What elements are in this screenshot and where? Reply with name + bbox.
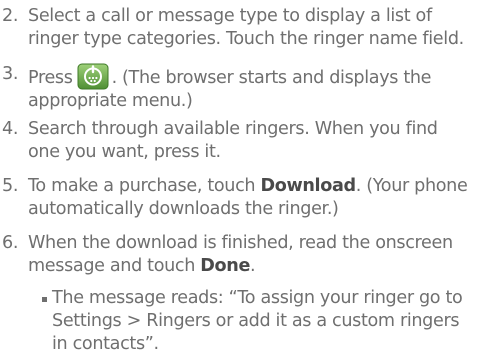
instruction-document: 2. Select a call or message type to disp… bbox=[0, 0, 493, 363]
step-text-fragment: . (The browser starts and displays the bbox=[111, 68, 432, 88]
step-line: one you want, press it. bbox=[28, 142, 221, 162]
bullet-line: in contacts”. bbox=[52, 334, 159, 354]
browser-menu-key-icon bbox=[77, 63, 109, 90]
step-number: 2. bbox=[2, 6, 19, 26]
done-keyword: Done bbox=[200, 256, 251, 276]
step-text: To make a purchase, touch Download. (You… bbox=[28, 175, 490, 221]
step-text-fragment: . (Your phone bbox=[355, 176, 468, 196]
step-line: Select a call or message type to display… bbox=[28, 6, 432, 26]
step-line: ringer type categories. Touch the ringer… bbox=[28, 29, 464, 49]
step-text: Press . (The browser starts and displays… bbox=[28, 63, 490, 113]
step-line: To make a purchase, touch Download. (You… bbox=[28, 175, 490, 198]
bullet-line: Settings > Ringers or add it as a custom… bbox=[52, 311, 460, 331]
step-line: message and touch Done. bbox=[28, 255, 490, 278]
step-line: appropriate menu.) bbox=[28, 91, 193, 111]
step-text-fragment: To make a purchase, touch bbox=[28, 176, 261, 196]
bullet-text: The message reads: “To assign your ringe… bbox=[52, 287, 492, 356]
step-line: Press . (The browser starts and displays… bbox=[28, 63, 490, 90]
step-text: When the download is finished, read the … bbox=[28, 232, 490, 278]
step-number: 5. bbox=[2, 176, 19, 196]
bullet-square-icon bbox=[42, 297, 47, 302]
step-text-fragment: Press bbox=[28, 68, 73, 88]
download-keyword: Download bbox=[260, 176, 356, 196]
step-text: Select a call or message type to display… bbox=[28, 5, 490, 51]
step-text: Search through available ringers. When y… bbox=[28, 118, 490, 164]
step-line: Search through available ringers. When y… bbox=[28, 119, 438, 139]
step-number: 4. bbox=[2, 119, 19, 139]
step-text-fragment: . bbox=[250, 256, 256, 276]
bullet-line: The message reads: “To assign your ringe… bbox=[52, 288, 463, 308]
step-number: 3. bbox=[2, 64, 19, 84]
step-line: When the download is finished, read the … bbox=[28, 233, 453, 253]
step-text-fragment: message and touch bbox=[28, 256, 201, 276]
step-number: 6. bbox=[2, 233, 19, 253]
step-line: automatically downloads the ringer.) bbox=[28, 199, 339, 219]
